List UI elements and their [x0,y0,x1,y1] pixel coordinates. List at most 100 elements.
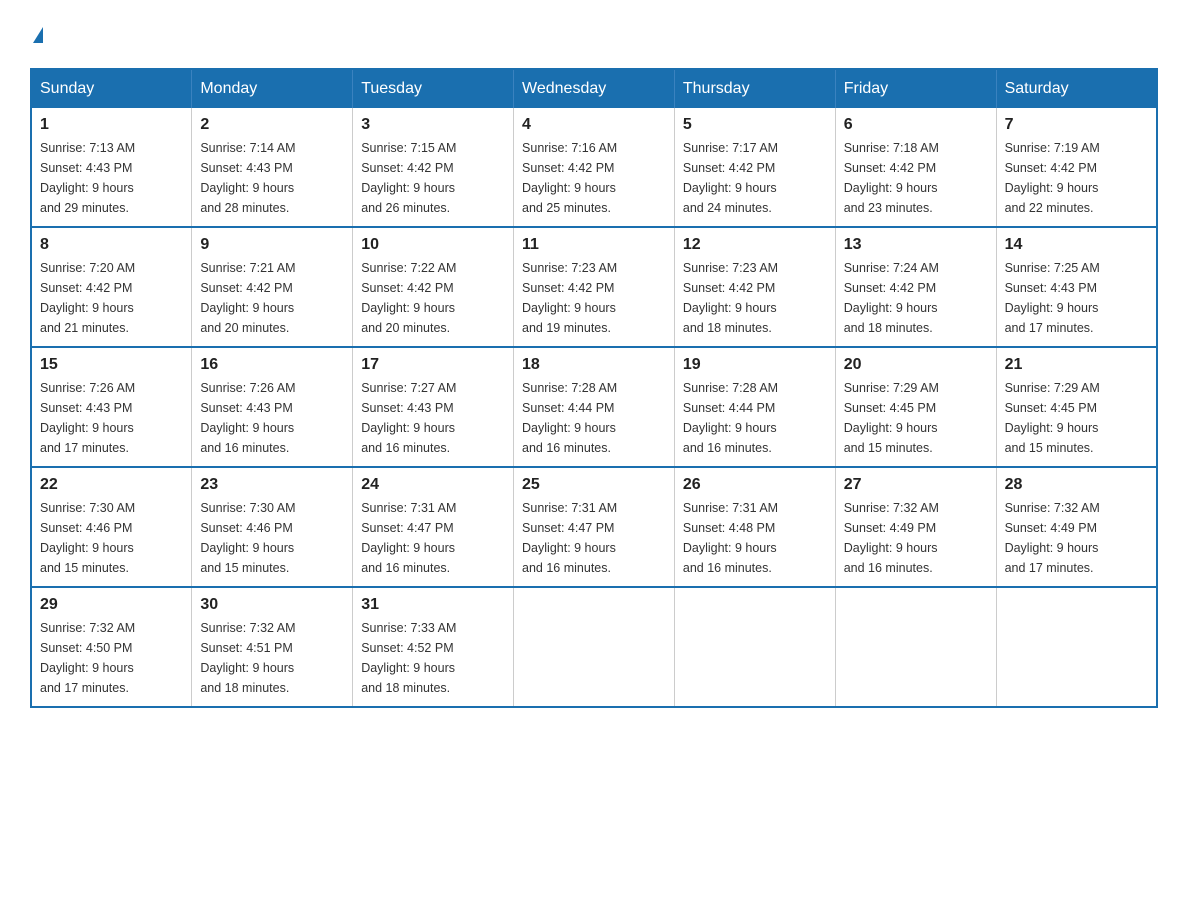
day-info: Sunrise: 7:31 AMSunset: 4:47 PMDaylight:… [361,498,505,578]
day-number: 25 [522,476,666,494]
weekday-header-friday: Friday [835,69,996,108]
day-number: 4 [522,116,666,134]
day-number: 18 [522,356,666,374]
day-info: Sunrise: 7:32 AMSunset: 4:49 PMDaylight:… [844,498,988,578]
day-number: 5 [683,116,827,134]
calendar-cell: 20 Sunrise: 7:29 AMSunset: 4:45 PMDayligh… [835,347,996,467]
calendar-cell: 14 Sunrise: 7:25 AMSunset: 4:43 PMDayligh… [996,227,1157,347]
day-number: 23 [200,476,344,494]
weekday-header-saturday: Saturday [996,69,1157,108]
calendar-week-row: 8Sunrise: 7:20 AMSunset: 4:42 PMDaylight… [31,227,1157,347]
calendar-cell: 13 Sunrise: 7:24 AMSunset: 4:42 PMDayligh… [835,227,996,347]
calendar-cell: 27 Sunrise: 7:32 AMSunset: 4:49 PMDayligh… [835,467,996,587]
day-number: 17 [361,356,505,374]
day-info: Sunrise: 7:24 AMSunset: 4:42 PMDaylight:… [844,258,988,338]
day-number: 26 [683,476,827,494]
calendar-cell: 16 Sunrise: 7:26 AMSunset: 4:43 PMDayligh… [192,347,353,467]
calendar-cell: 25 Sunrise: 7:31 AMSunset: 4:47 PMDayligh… [514,467,675,587]
calendar-cell: 8Sunrise: 7:20 AMSunset: 4:42 PMDaylight… [31,227,192,347]
day-number: 14 [1005,236,1148,254]
day-info: Sunrise: 7:30 AMSunset: 4:46 PMDaylight:… [40,498,183,578]
calendar-cell: 23 Sunrise: 7:30 AMSunset: 4:46 PMDayligh… [192,467,353,587]
calendar-cell: 29 Sunrise: 7:32 AMSunset: 4:50 PMDayligh… [31,587,192,707]
logo-triangle-icon [33,27,43,43]
day-info: Sunrise: 7:26 AMSunset: 4:43 PMDaylight:… [200,378,344,458]
day-info: Sunrise: 7:31 AMSunset: 4:48 PMDaylight:… [683,498,827,578]
day-number: 20 [844,356,988,374]
calendar-cell: 19 Sunrise: 7:28 AMSunset: 4:44 PMDayligh… [674,347,835,467]
day-number: 6 [844,116,988,134]
calendar-cell: 22 Sunrise: 7:30 AMSunset: 4:46 PMDayligh… [31,467,192,587]
calendar-cell [996,587,1157,707]
day-number: 13 [844,236,988,254]
logo-general-row [30,20,43,48]
day-info: Sunrise: 7:25 AMSunset: 4:43 PMDaylight:… [1005,258,1148,338]
weekday-header-thursday: Thursday [674,69,835,108]
day-info: Sunrise: 7:13 AMSunset: 4:43 PMDaylight:… [40,138,183,218]
day-number: 27 [844,476,988,494]
calendar-week-row: 22 Sunrise: 7:30 AMSunset: 4:46 PMDayligh… [31,467,1157,587]
day-info: Sunrise: 7:14 AMSunset: 4:43 PMDaylight:… [200,138,344,218]
calendar-cell: 17 Sunrise: 7:27 AMSunset: 4:43 PMDayligh… [353,347,514,467]
day-info: Sunrise: 7:28 AMSunset: 4:44 PMDaylight:… [683,378,827,458]
calendar-cell: 24 Sunrise: 7:31 AMSunset: 4:47 PMDayligh… [353,467,514,587]
calendar-cell: 31 Sunrise: 7:33 AMSunset: 4:52 PMDayligh… [353,587,514,707]
weekday-header-monday: Monday [192,69,353,108]
day-number: 19 [683,356,827,374]
calendar-cell: 18 Sunrise: 7:28 AMSunset: 4:44 PMDayligh… [514,347,675,467]
day-number: 2 [200,116,344,134]
weekday-header-tuesday: Tuesday [353,69,514,108]
calendar-cell: 10 Sunrise: 7:22 AMSunset: 4:42 PMDayligh… [353,227,514,347]
day-number: 31 [361,596,505,614]
calendar-cell: 28 Sunrise: 7:32 AMSunset: 4:49 PMDayligh… [996,467,1157,587]
day-number: 30 [200,596,344,614]
weekday-header-sunday: Sunday [31,69,192,108]
day-number: 7 [1005,116,1148,134]
day-info: Sunrise: 7:27 AMSunset: 4:43 PMDaylight:… [361,378,505,458]
day-info: Sunrise: 7:32 AMSunset: 4:49 PMDaylight:… [1005,498,1148,578]
weekday-header-row: SundayMondayTuesdayWednesdayThursdayFrid… [31,69,1157,108]
calendar-week-row: 29 Sunrise: 7:32 AMSunset: 4:50 PMDayligh… [31,587,1157,707]
calendar-cell: 3Sunrise: 7:15 AMSunset: 4:42 PMDaylight… [353,108,514,227]
day-info: Sunrise: 7:33 AMSunset: 4:52 PMDaylight:… [361,618,505,698]
day-info: Sunrise: 7:23 AMSunset: 4:42 PMDaylight:… [522,258,666,338]
day-info: Sunrise: 7:29 AMSunset: 4:45 PMDaylight:… [1005,378,1148,458]
day-number: 9 [200,236,344,254]
day-number: 29 [40,596,183,614]
day-info: Sunrise: 7:21 AMSunset: 4:42 PMDaylight:… [200,258,344,338]
day-number: 21 [1005,356,1148,374]
page-header [30,20,1158,48]
calendar-cell: 9 Sunrise: 7:21 AMSunset: 4:42 PMDaylight… [192,227,353,347]
calendar-week-row: 1Sunrise: 7:13 AMSunset: 4:43 PMDaylight… [31,108,1157,227]
day-info: Sunrise: 7:30 AMSunset: 4:46 PMDaylight:… [200,498,344,578]
calendar-table: SundayMondayTuesdayWednesdayThursdayFrid… [30,68,1158,708]
day-info: Sunrise: 7:17 AMSunset: 4:42 PMDaylight:… [683,138,827,218]
weekday-header-wednesday: Wednesday [514,69,675,108]
calendar-cell: 12Sunrise: 7:23 AMSunset: 4:42 PMDayligh… [674,227,835,347]
calendar-cell: 30 Sunrise: 7:32 AMSunset: 4:51 PMDayligh… [192,587,353,707]
day-number: 11 [522,236,666,254]
calendar-cell: 11 Sunrise: 7:23 AMSunset: 4:42 PMDayligh… [514,227,675,347]
day-info: Sunrise: 7:31 AMSunset: 4:47 PMDaylight:… [522,498,666,578]
day-number: 16 [200,356,344,374]
day-info: Sunrise: 7:26 AMSunset: 4:43 PMDaylight:… [40,378,183,458]
day-info: Sunrise: 7:28 AMSunset: 4:44 PMDaylight:… [522,378,666,458]
day-number: 28 [1005,476,1148,494]
calendar-cell: 26 Sunrise: 7:31 AMSunset: 4:48 PMDayligh… [674,467,835,587]
calendar-cell: 7 Sunrise: 7:19 AMSunset: 4:42 PMDaylight… [996,108,1157,227]
day-number: 22 [40,476,183,494]
logo [30,20,43,48]
day-info: Sunrise: 7:32 AMSunset: 4:51 PMDaylight:… [200,618,344,698]
day-number: 10 [361,236,505,254]
day-info: Sunrise: 7:19 AMSunset: 4:42 PMDaylight:… [1005,138,1148,218]
day-info: Sunrise: 7:32 AMSunset: 4:50 PMDaylight:… [40,618,183,698]
day-number: 15 [40,356,183,374]
day-info: Sunrise: 7:29 AMSunset: 4:45 PMDaylight:… [844,378,988,458]
calendar-cell: 5 Sunrise: 7:17 AMSunset: 4:42 PMDaylight… [674,108,835,227]
day-info: Sunrise: 7:22 AMSunset: 4:42 PMDaylight:… [361,258,505,338]
calendar-week-row: 15 Sunrise: 7:26 AMSunset: 4:43 PMDayligh… [31,347,1157,467]
day-number: 24 [361,476,505,494]
day-info: Sunrise: 7:20 AMSunset: 4:42 PMDaylight:… [40,258,183,338]
day-info: Sunrise: 7:16 AMSunset: 4:42 PMDaylight:… [522,138,666,218]
calendar-cell: 15 Sunrise: 7:26 AMSunset: 4:43 PMDayligh… [31,347,192,467]
